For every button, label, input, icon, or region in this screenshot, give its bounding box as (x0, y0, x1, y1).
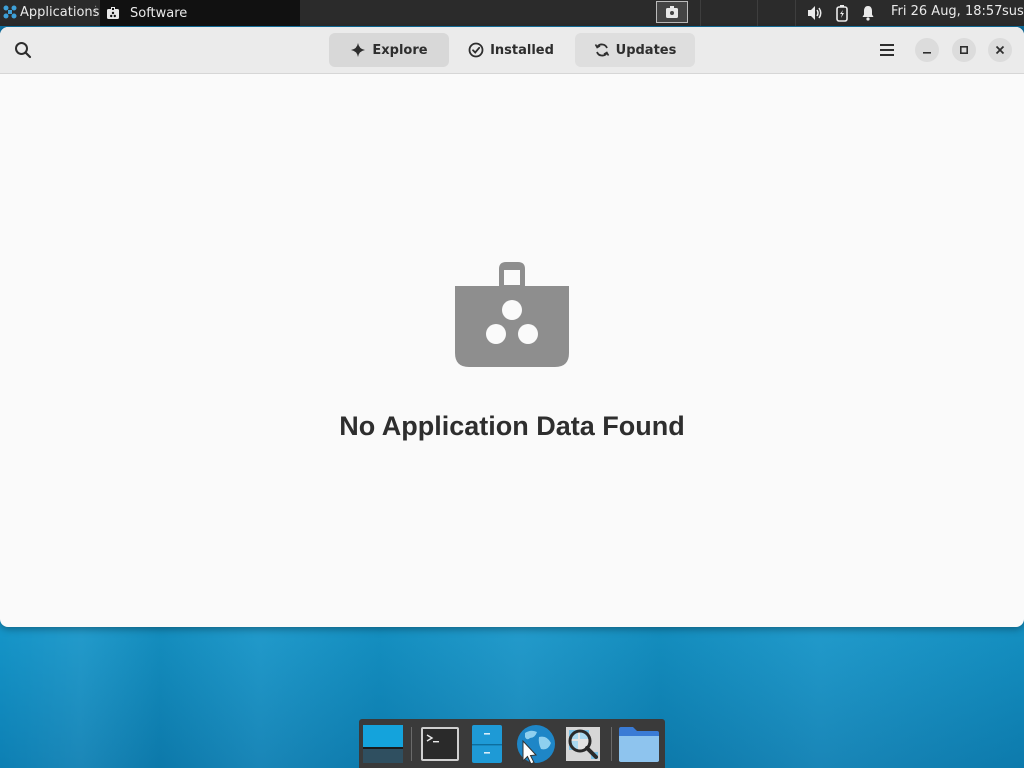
tab-updates[interactable]: Updates (575, 33, 695, 67)
magnifier-icon (566, 727, 600, 761)
star-sparkle-icon (351, 43, 366, 57)
volume-icon (808, 6, 822, 20)
minimize-icon (923, 52, 931, 54)
dock (359, 719, 665, 768)
taskbar-item-software[interactable]: Software (100, 0, 300, 26)
xfce-logo-icon (3, 5, 17, 19)
tab-label: Explore (372, 42, 428, 58)
globe-cursor-icon (517, 725, 555, 765)
headerbar: Explore Installed Updates (0, 27, 1024, 74)
panel-separator (795, 0, 796, 26)
minimize-button[interactable] (915, 38, 939, 62)
maximize-button[interactable] (952, 38, 976, 62)
maximize-icon (959, 45, 969, 55)
tab-explore[interactable]: Explore (329, 33, 449, 67)
tab-installed[interactable]: Installed (451, 33, 571, 67)
tab-label: Updates (615, 42, 677, 58)
terminal-icon (421, 727, 459, 761)
close-icon (995, 45, 1005, 55)
volume-button[interactable] (806, 3, 824, 23)
bell-icon (862, 6, 874, 21)
dock-item-web-browser[interactable] (513, 723, 557, 765)
dock-item-file-manager[interactable] (465, 723, 509, 765)
notifications-button[interactable] (860, 3, 876, 23)
dock-separator (611, 727, 612, 761)
applications-menu[interactable]: Applications (0, 0, 99, 24)
dock-item-terminal[interactable] (418, 723, 462, 765)
screenshot-tray-button[interactable] (656, 1, 688, 23)
software-bag-icon (107, 7, 119, 19)
software-window: Explore Installed Updates No Application… (0, 27, 1024, 627)
panel-separator (757, 0, 758, 26)
dock-separator (411, 727, 412, 761)
dock-item-show-desktop[interactable] (361, 723, 405, 765)
top-panel: Applications · · · Software Fri 26 Aug, … (0, 0, 1024, 26)
empty-state: No Application Data Found (0, 73, 1024, 627)
dock-item-home-folder[interactable] (617, 723, 661, 765)
shopping-bag-icon (455, 262, 569, 367)
empty-state-title: No Application Data Found (339, 411, 685, 441)
search-button[interactable] (8, 35, 38, 65)
refresh-icon (594, 43, 609, 57)
taskbar-item-label: Software (130, 5, 188, 21)
desktop-icon (363, 725, 403, 763)
applications-menu-label: Applications (20, 4, 100, 20)
hamburger-menu-icon (880, 44, 894, 56)
folder-icon (619, 727, 659, 762)
search-icon (15, 42, 32, 59)
panel-handle: · · · (94, 2, 98, 21)
tab-label: Installed (490, 42, 554, 58)
user-menu[interactable]: sus (1002, 0, 1024, 24)
panel-separator (700, 0, 701, 26)
main-menu-button[interactable] (872, 36, 902, 64)
clock[interactable]: Fri 26 Aug, 18:57 (891, 0, 1002, 24)
check-circle-icon (468, 42, 484, 58)
battery-button[interactable] (835, 3, 849, 23)
dock-item-app-finder[interactable] (561, 723, 605, 765)
file-cabinet-icon (472, 725, 502, 763)
close-button[interactable] (988, 38, 1012, 62)
camera-bag-icon (666, 6, 678, 18)
battery-charging-icon (836, 5, 848, 22)
